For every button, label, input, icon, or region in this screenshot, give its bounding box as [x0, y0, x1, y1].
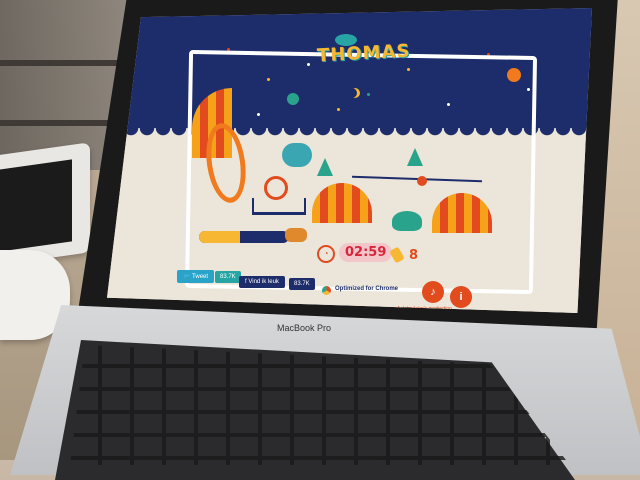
- info-button[interactable]: i: [450, 286, 472, 308]
- pine-tree: [317, 158, 333, 176]
- sound-button[interactable]: ♪: [422, 281, 444, 303]
- progress-bar: [199, 231, 289, 243]
- elephant-character: [282, 143, 312, 167]
- tweet-count: 83.7K: [215, 271, 241, 283]
- speaker-icon: ♪: [430, 286, 436, 298]
- brand-label: MacBook Pro: [277, 323, 332, 333]
- dog-icon: [285, 228, 307, 242]
- chrome-label: Optimized for Chrome: [335, 286, 399, 292]
- info-icon: i: [459, 291, 463, 303]
- ball: [417, 176, 427, 186]
- wheel: [264, 176, 288, 200]
- shelf-plank: [0, 60, 130, 66]
- tweet-button[interactable]: 🐦 Tweet: [177, 270, 215, 283]
- twitter-icon: 🐦: [183, 274, 193, 280]
- pine-tree: [407, 148, 423, 166]
- facebook-label: Vind ik leuk: [248, 279, 279, 285]
- clock-icon: ◔: [317, 245, 335, 263]
- tweet-label: Tweet: [192, 274, 209, 280]
- chrome-icon: [322, 286, 331, 295]
- facebook-count: 83.7K: [289, 278, 315, 290]
- trampoline: [252, 198, 306, 215]
- game-timer: 02:59: [339, 243, 393, 262]
- laptop-screen: THOMAS ◔ 02:59 8 🐦 Tweet 83.7K f Vind ik…: [107, 8, 592, 313]
- coin-count: 8: [409, 248, 419, 263]
- seal-character: [392, 211, 422, 231]
- tablet-screen: [0, 159, 72, 253]
- progress-fill: [199, 231, 240, 243]
- facebook-like-button[interactable]: f Vind ik leuk: [239, 276, 285, 288]
